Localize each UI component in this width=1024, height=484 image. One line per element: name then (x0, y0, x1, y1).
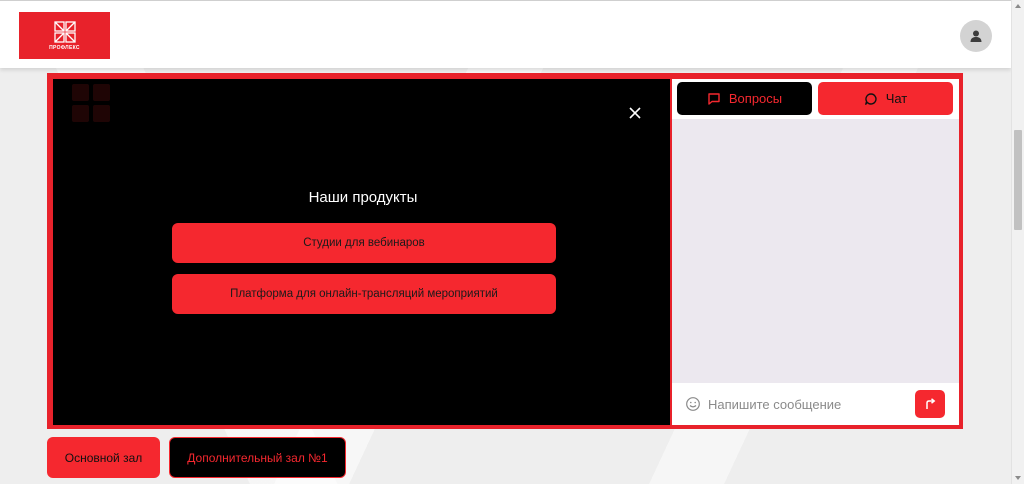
logo-text: ПРОФЛЕКС (49, 44, 80, 51)
tab-questions-label: Вопросы (728, 91, 783, 106)
watermark-logo-icon (72, 84, 110, 122)
broadcast-frame: Наши продукты Студии для вебинаров Платф… (47, 73, 963, 429)
hall-button-main[interactable]: Основной зал (47, 437, 160, 478)
scroll-up-arrow-icon[interactable] (1015, 4, 1021, 8)
emoji-icon[interactable] (685, 396, 701, 412)
send-button[interactable] (915, 390, 945, 418)
product-button-webinar-studios[interactable]: Студии для вебинаров (172, 223, 556, 263)
video-player: Наши продукты Студии для вебинаров Платф… (53, 79, 670, 425)
tab-chat[interactable]: Чат (818, 82, 953, 115)
user-icon (970, 30, 982, 42)
tab-questions[interactable]: Вопросы (677, 82, 812, 115)
product-button-streaming-platform[interactable]: Платформа для онлайн-трансляций мероприя… (172, 274, 556, 314)
message-circle-icon (864, 92, 877, 105)
message-input[interactable] (708, 394, 908, 414)
user-avatar[interactable] (960, 20, 992, 52)
products-heading: Наши продукты (308, 189, 418, 206)
close-overlay-button[interactable] (627, 105, 643, 121)
logo-mark-icon (53, 20, 76, 43)
page-scrollbar[interactable] (1011, 0, 1024, 484)
chat-panel: Вопросы Чат (672, 79, 959, 425)
scroll-down-arrow-icon[interactable] (1015, 476, 1021, 480)
message-composer (672, 383, 959, 425)
scroll-thumb[interactable] (1014, 130, 1022, 230)
brand-logo[interactable]: ПРОФЛЕКС (19, 12, 110, 59)
send-arrow-icon (926, 398, 936, 409)
message-square-icon (708, 92, 720, 105)
chat-tabs: Вопросы Чат (672, 79, 959, 119)
hall-button-additional-1[interactable]: Дополнительный зал №1 (169, 437, 346, 478)
close-icon (629, 107, 641, 119)
top-header: ПРОФЛЕКС (0, 0, 1011, 68)
tab-chat-label: Чат (885, 91, 908, 106)
